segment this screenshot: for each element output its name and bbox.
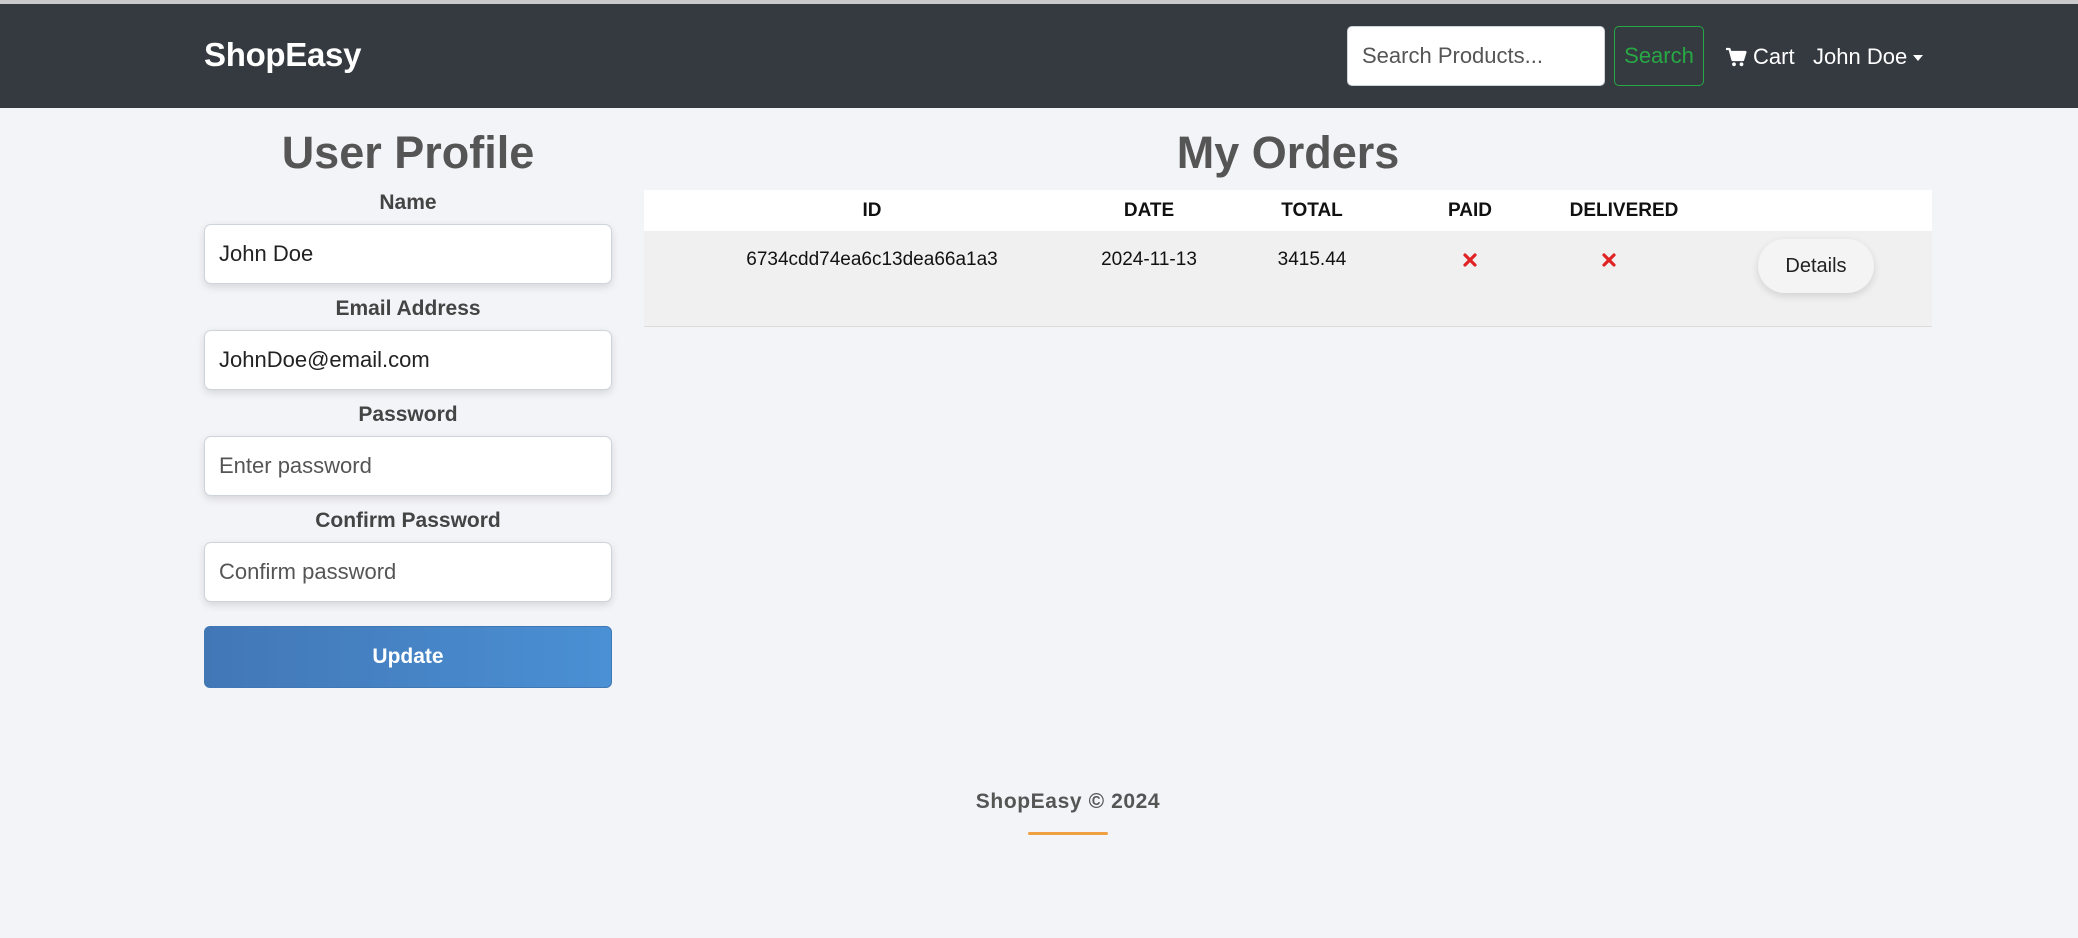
email-field[interactable] <box>204 330 612 390</box>
cart-label: Cart <box>1753 44 1795 69</box>
search-input[interactable] <box>1347 26 1605 86</box>
order-total: 3415.44 <box>1277 249 1347 270</box>
footer-divider <box>1028 832 1108 835</box>
column-header-paid: PAID <box>1448 200 1492 221</box>
column-header-id: ID <box>862 200 882 221</box>
user-profile-form: User Profile Name Email Address Password… <box>204 108 612 688</box>
password-label: Password <box>358 403 458 426</box>
table-header: ID DATE TOTAL PAID DELIVERED <box>644 190 1932 231</box>
search-button[interactable]: Search <box>1614 26 1704 86</box>
details-button[interactable]: Details <box>1758 239 1874 293</box>
password-field[interactable] <box>204 436 612 496</box>
confirm-password-label: Confirm Password <box>315 509 501 532</box>
orders-table: ID DATE TOTAL PAID DELIVERED 6734cdd74ea… <box>644 190 1932 327</box>
times-icon <box>1463 253 1477 267</box>
orders-title: My Orders <box>1176 127 1400 178</box>
column-header-delivered: DELIVERED <box>1569 200 1679 221</box>
user-name: John Doe <box>1813 44 1908 69</box>
column-header-total: TOTAL <box>1281 200 1343 221</box>
times-icon <box>1602 253 1616 267</box>
table-row: 6734cdd74ea6c13dea66a1a3 2024-11-13 3415… <box>644 231 1932 327</box>
order-id: 6734cdd74ea6c13dea66a1a3 <box>746 249 998 270</box>
confirm-password-field[interactable] <box>204 542 612 602</box>
footer-copyright: ShopEasy © 2024 <box>975 790 1161 813</box>
update-button[interactable]: Update <box>204 626 612 688</box>
navbar: ShopEasy Search Cart John Doe <box>0 4 2078 108</box>
cart-link[interactable]: Cart <box>1725 42 1795 72</box>
brand-logo[interactable]: ShopEasy <box>204 36 361 74</box>
user-menu-dropdown[interactable]: John Doe <box>1813 42 1924 72</box>
cart-icon <box>1725 47 1747 67</box>
column-header-date: DATE <box>1123 200 1175 221</box>
order-date: 2024-11-13 <box>1101 249 1197 270</box>
email-label: Email Address <box>335 297 481 320</box>
name-field[interactable] <box>204 224 612 284</box>
name-label: Name <box>379 191 437 214</box>
caret-down-icon <box>1913 55 1924 61</box>
profile-title: User Profile <box>281 127 535 178</box>
